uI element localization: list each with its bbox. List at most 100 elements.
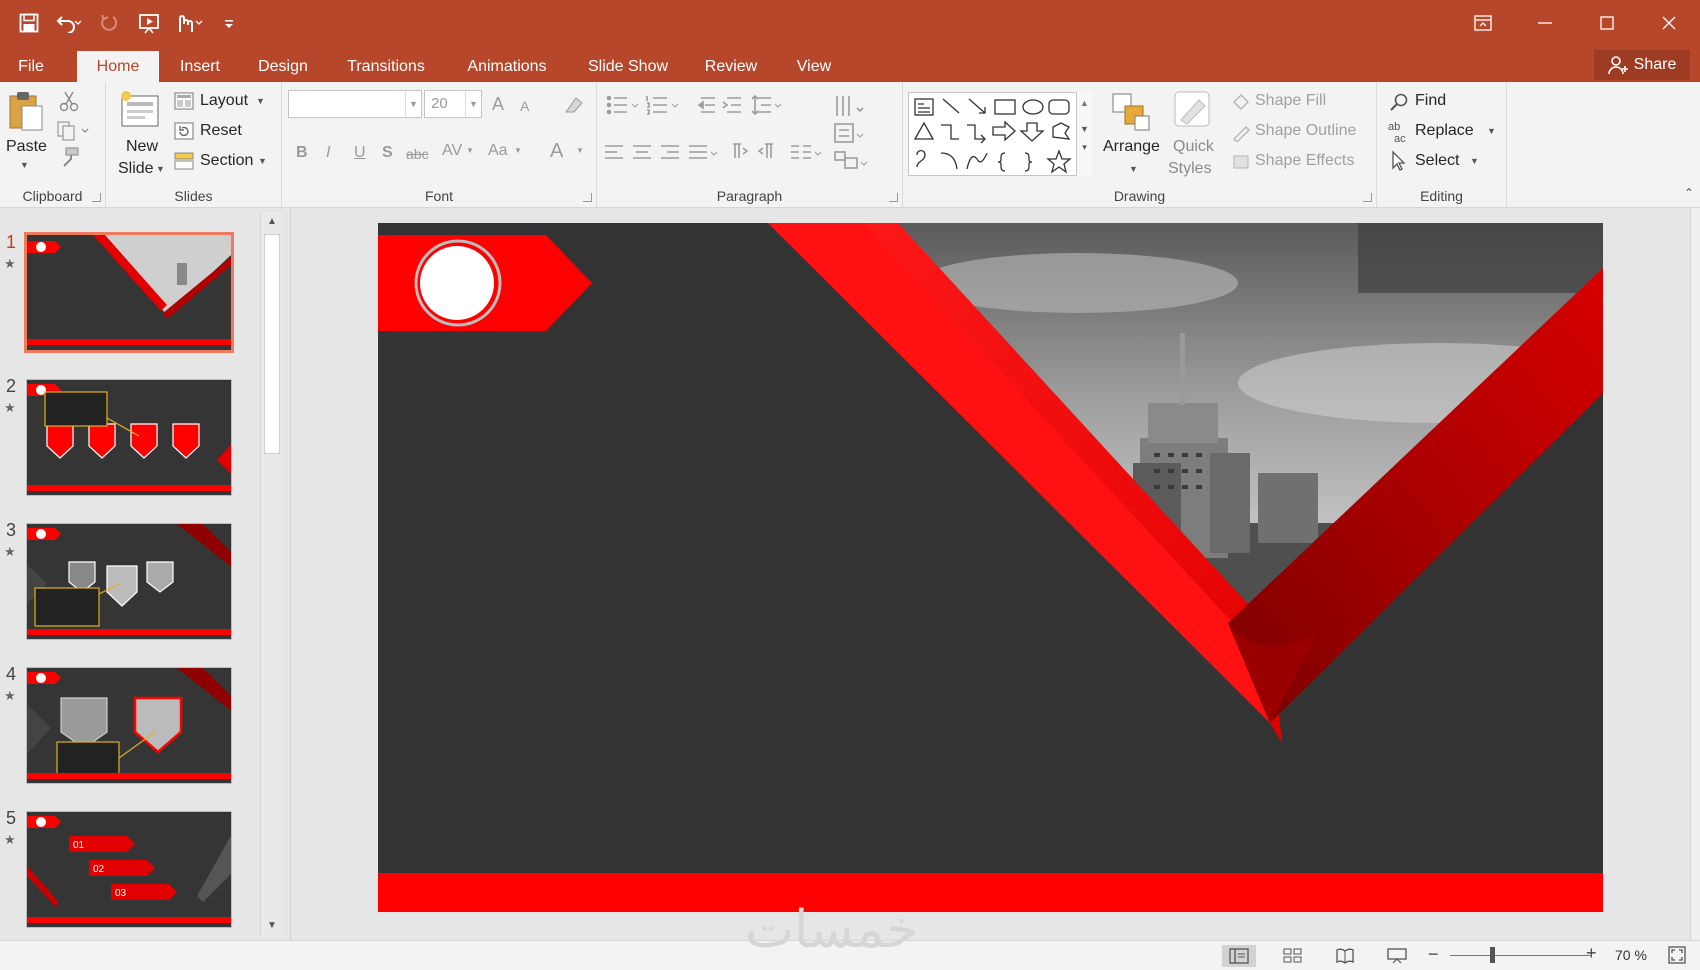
shape-effects-icon[interactable] [1231,152,1251,172]
squiggle-shape-icon[interactable] [966,152,988,170]
gallery-down-icon[interactable]: ▼ [1077,124,1092,134]
slide-thumbnail-2[interactable] [26,379,232,496]
zoom-level[interactable]: 70 % [1615,947,1647,963]
arc-shape-icon[interactable] [940,152,958,170]
layout-icon[interactable] [174,92,194,110]
italic-button[interactable]: I [326,144,330,162]
shapes-gallery[interactable] [908,92,1092,176]
slide-show-view-icon[interactable] [1380,945,1414,967]
tab-review[interactable]: Review [696,51,766,82]
right-arrow-shape-icon[interactable] [992,120,1016,142]
change-case-dropdown-icon[interactable]: ▼ [514,146,522,155]
replace-icon[interactable]: abac [1387,120,1411,144]
zoom-slider-thumb[interactable] [1490,947,1495,963]
zoom-out-button[interactable]: − [1428,944,1439,965]
tab-file[interactable]: File [8,51,54,82]
select-dropdown-icon[interactable]: ▼ [1470,156,1479,166]
cut-icon[interactable] [58,90,80,112]
save-icon[interactable] [14,8,44,38]
right-to-left-icon[interactable] [757,143,773,158]
maximize-icon[interactable] [1576,0,1638,46]
new-slide-dropdown-icon[interactable]: ▼ [156,164,165,174]
replace-dropdown-icon[interactable]: ▼ [1487,126,1496,136]
font-size-dropdown-icon[interactable]: ▼ [465,91,481,117]
section-icon[interactable] [174,152,194,170]
font-name-dropdown-icon[interactable]: ▼ [405,91,421,117]
collapse-ribbon-icon[interactable]: ⌃ [1684,186,1694,200]
replace-label[interactable]: Replace [1415,122,1474,140]
arrange-icon[interactable] [1111,92,1151,132]
font-color-dropdown-icon[interactable]: ▼ [576,146,584,155]
tab-view[interactable]: View [786,51,842,82]
arrow-shape-icon[interactable] [968,98,986,114]
change-case-button[interactable]: Aa [488,142,508,160]
quick-styles-icon[interactable] [1173,90,1213,132]
clipboard-launcher-icon[interactable] [92,193,101,202]
ribbon-display-options-icon[interactable] [1452,0,1514,46]
shape-effects-label[interactable]: Shape Effects [1255,152,1354,170]
drawing-launcher-icon[interactable] [1363,193,1372,202]
shape-fill-icon[interactable] [1231,92,1251,112]
convert-smartart-icon[interactable] [834,151,868,169]
align-left-icon[interactable] [605,145,623,159]
font-color-button[interactable]: A [550,140,563,163]
slide-thumbnail-3[interactable] [26,523,232,640]
format-painter-icon[interactable] [58,146,80,168]
zoom-in-button[interactable]: + [1586,943,1597,964]
left-to-right-icon[interactable] [733,143,749,158]
slide-vertical-scrollbar[interactable] [1690,208,1700,940]
bold-button[interactable]: B [296,144,308,162]
normal-view-icon[interactable] [1222,945,1256,967]
grow-font-icon[interactable]: A [492,94,504,115]
close-icon[interactable] [1638,0,1700,46]
curve-shape-icon[interactable] [916,149,926,168]
shape-outline-label[interactable]: Shape Outline [1255,122,1356,140]
shrink-font-icon[interactable]: A [520,98,529,114]
font-name-input[interactable]: ▼ [288,90,422,118]
line-shape-icon[interactable] [942,98,960,114]
numbering-icon[interactable] [646,96,667,115]
triangle-shape-icon[interactable] [913,121,935,140]
customize-icon[interactable] [214,8,244,38]
text-shadow-button[interactable]: S [382,144,393,162]
tab-transitions[interactable]: Transitions [336,51,436,82]
align-center-icon[interactable] [633,145,651,159]
tab-design[interactable]: Design [248,51,318,82]
new-slide-icon[interactable] [118,90,162,130]
paste-dropdown-icon[interactable]: ▼ [20,160,29,170]
rectangle-shape-icon[interactable] [994,99,1016,115]
select-label[interactable]: Select [1415,152,1459,170]
tab-insert[interactable]: Insert [170,51,230,82]
columns-icon[interactable] [791,145,811,159]
scroll-up-icon[interactable]: ▲ [264,214,280,230]
character-spacing-dropdown-icon[interactable]: ▼ [466,146,474,155]
paste-icon[interactable] [8,90,44,132]
right-brace-icon[interactable] [1024,152,1033,172]
paste-label[interactable]: Paste [6,138,47,156]
rounded-rectangle-shape-icon[interactable] [1048,99,1070,115]
find-label[interactable]: Find [1415,92,1446,110]
start-from-beginning-icon[interactable] [134,8,164,38]
section-label[interactable]: Section [200,152,253,170]
slide-thumbnail-5[interactable]: 01 02 03 [26,811,232,928]
scroll-down-icon[interactable]: ▼ [264,918,280,934]
font-size-input[interactable]: 20 ▼ [424,90,482,118]
new-slide-label-1[interactable]: New [126,138,158,156]
scrollbar-thumb[interactable] [264,234,280,454]
copy-icon[interactable] [56,120,92,142]
touch-mode-icon[interactable] [174,8,204,38]
text-direction-icon[interactable] [836,96,864,116]
justify-icon[interactable] [689,145,707,159]
increase-indent-icon[interactable] [722,97,741,113]
slide-thumbnail-1[interactable] [24,232,234,353]
logo-placeholder-circle[interactable] [420,246,494,320]
star-shape-icon[interactable] [1046,149,1072,174]
minimize-icon[interactable] [1514,0,1576,46]
shapes-gallery-scroll[interactable]: ▲ ▼ ▾ [1076,92,1092,176]
down-arrow-shape-icon[interactable] [1019,122,1045,142]
bullets-icon[interactable] [606,95,628,115]
align-text-icon[interactable] [834,123,864,143]
shape-fill-label[interactable]: Shape Fill [1255,92,1326,110]
zoom-slider-track[interactable] [1450,955,1590,956]
font-launcher-icon[interactable] [583,193,592,202]
